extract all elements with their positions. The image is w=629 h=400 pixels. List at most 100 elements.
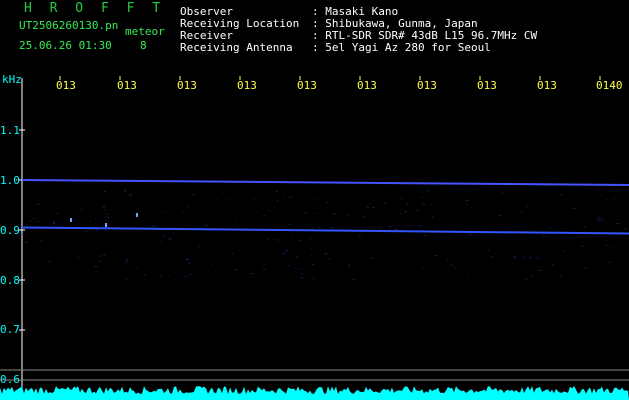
- noise-speckle: [598, 190, 600, 192]
- noise-speckle: [388, 226, 392, 228]
- spectrogram-plot: [0, 76, 629, 400]
- noise-speckle: [601, 219, 604, 221]
- noise-speckle: [189, 242, 191, 244]
- noise-speckle: [124, 193, 126, 195]
- noise-speckle: [135, 217, 137, 219]
- noise-speckle: [289, 196, 293, 198]
- meteor-ping: [136, 213, 138, 217]
- noise-speckle: [425, 190, 428, 192]
- noise-speckle: [183, 276, 185, 278]
- noise-speckle: [404, 223, 406, 225]
- noise-speckle: [412, 274, 414, 276]
- noise-speckle: [572, 262, 574, 264]
- noise-speckle: [301, 273, 304, 275]
- noise-speckle: [94, 217, 97, 219]
- noise-speckle: [623, 228, 627, 230]
- noise-speckle: [298, 239, 302, 241]
- noise-speckle: [39, 240, 43, 242]
- carrier-trace-lower-carrier: [21, 226, 629, 235]
- noise-speckle: [560, 275, 563, 277]
- noise-speckle: [431, 216, 435, 218]
- noise-speckle: [421, 196, 424, 198]
- noise-speckle: [29, 220, 33, 222]
- noise-speckle: [48, 260, 52, 262]
- noise-speckle: [252, 198, 255, 200]
- noise-speckle: [449, 191, 451, 193]
- noise-speckle: [133, 249, 135, 251]
- noise-speckle: [160, 275, 163, 277]
- noise-speckle: [354, 219, 356, 221]
- noise-speckle: [291, 235, 293, 237]
- noise-speckle: [125, 278, 128, 280]
- noise-speckle: [207, 271, 210, 273]
- noise-speckle: [597, 219, 601, 221]
- noise-speckle: [398, 198, 400, 200]
- noise-speckle: [53, 223, 56, 225]
- noise-speckle: [536, 257, 539, 259]
- noise-speckle: [365, 206, 369, 208]
- noise-speckle: [559, 194, 563, 196]
- noise-speckle: [172, 233, 174, 235]
- noise-speckle: [33, 217, 36, 219]
- noise-speckle: [404, 211, 408, 213]
- noise-speckle: [556, 201, 558, 203]
- noise-speckle: [97, 261, 101, 263]
- noise-speckle: [199, 201, 201, 203]
- noise-speckle: [302, 204, 305, 206]
- noise-speckle: [502, 192, 505, 194]
- noise-speckle: [417, 225, 421, 227]
- noise-speckle: [312, 263, 315, 265]
- noise-speckle: [319, 240, 321, 242]
- noise-speckle: [608, 261, 612, 263]
- noise-speckle: [33, 220, 35, 222]
- noise-speckle: [80, 209, 84, 211]
- noise-speckle: [125, 259, 129, 261]
- noise-speckle: [284, 250, 288, 252]
- noise-speckle: [537, 192, 539, 194]
- noise-speckle: [490, 256, 494, 258]
- noise-speckle: [434, 255, 438, 257]
- noise-speckle: [325, 202, 329, 204]
- noise-speckle: [347, 265, 349, 267]
- noise-speckle: [432, 273, 434, 275]
- noise-speckle: [573, 207, 577, 209]
- noise-speckle: [609, 245, 612, 247]
- noise-speckle: [573, 257, 575, 259]
- noise-speckle: [505, 252, 507, 254]
- noise-speckle: [157, 221, 159, 223]
- noise-speckle: [296, 256, 299, 258]
- noise-speckle: [240, 212, 242, 214]
- meteor-ping: [70, 218, 72, 222]
- noise-speckle: [532, 275, 535, 277]
- noise-speckle: [251, 273, 255, 275]
- noise-speckle: [465, 199, 469, 201]
- noise-speckle: [211, 263, 214, 265]
- noise-speckle: [564, 241, 566, 243]
- noise-speckle: [56, 213, 59, 215]
- noise-speckle: [65, 209, 67, 211]
- noise-speckle: [30, 212, 32, 214]
- noise-speckle: [191, 194, 195, 196]
- noise-speckle: [362, 216, 366, 218]
- noise-speckle: [93, 207, 95, 209]
- noise-speckle: [613, 205, 615, 207]
- noise-speckle: [310, 255, 312, 257]
- noise-speckle: [234, 269, 238, 271]
- noise-speckle: [282, 196, 284, 198]
- noise-speckle: [314, 190, 316, 192]
- noise-speckle: [77, 256, 81, 258]
- noise-speckle: [562, 250, 565, 252]
- noise-speckle: [125, 261, 128, 263]
- noise-speckle: [187, 206, 191, 208]
- noise-speckle: [90, 219, 92, 221]
- noise-speckle: [267, 238, 270, 240]
- noise-speckle: [526, 244, 528, 246]
- noise-speckle: [383, 253, 386, 255]
- noise-speckle: [561, 221, 563, 223]
- noise-speckle: [468, 234, 472, 236]
- noise-speckle: [421, 268, 423, 270]
- noise-speckle: [495, 252, 497, 254]
- noise-speckle: [324, 253, 328, 255]
- noise-speckle: [276, 239, 280, 241]
- noise-speckle: [316, 212, 319, 214]
